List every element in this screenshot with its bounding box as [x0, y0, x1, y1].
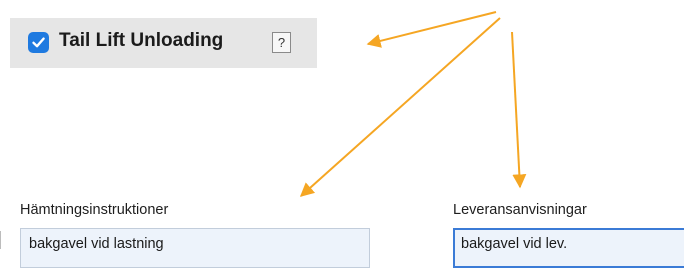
delivery-instructions-value: bakgavel vid lev.: [461, 236, 568, 252]
pickup-instructions-field[interactable]: bakgavel vid lastning: [20, 228, 370, 268]
delivery-instructions-field[interactable]: bakgavel vid lev.: [453, 228, 684, 268]
arrow-to-delivery: [511, 31, 527, 189]
left-edge-divider: [0, 231, 5, 249]
arrow-to-pickup: [299, 17, 501, 197]
pickup-instructions-value: bakgavel vid lastning: [29, 236, 164, 252]
pickup-instructions-label: Hämtningsinstruktioner: [20, 202, 169, 218]
delivery-instructions-label: Leveransanvisningar: [453, 202, 587, 218]
